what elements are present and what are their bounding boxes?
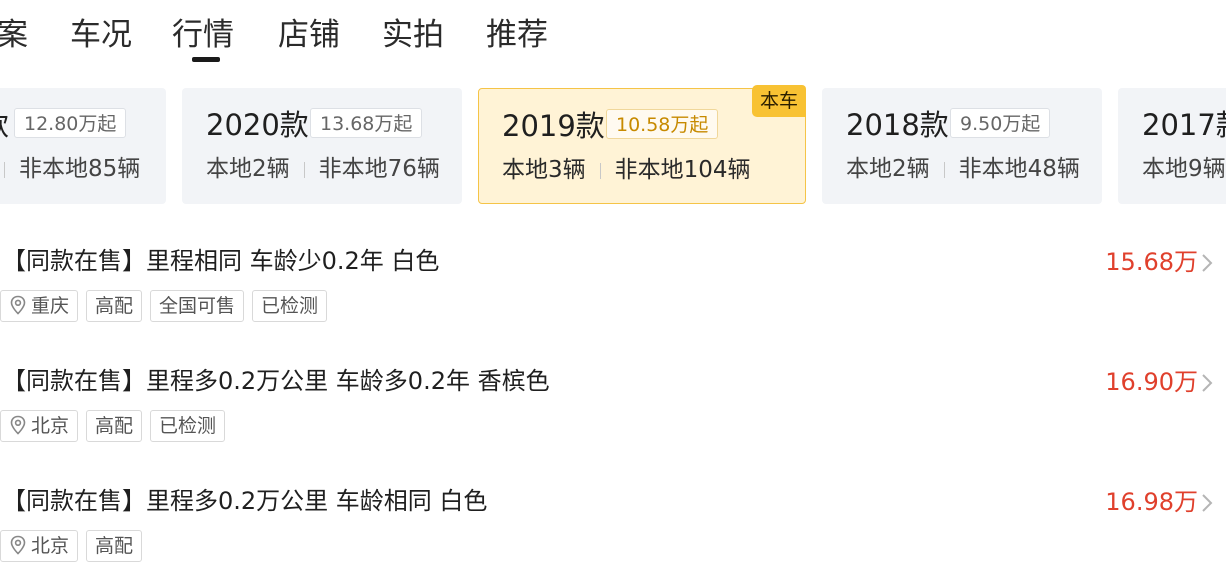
- tab-market[interactable]: 行情: [172, 14, 234, 56]
- tab-store[interactable]: 店铺: [278, 14, 340, 56]
- listing-title: 【同款在售】里程多0.2万公里 车龄多0.2年 香槟色: [2, 367, 550, 395]
- tab-archive[interactable]: 案: [0, 14, 28, 56]
- card-local-count: 本地2辆: [846, 156, 930, 182]
- card-nonlocal-count: 非本地85辆: [19, 156, 141, 182]
- card-start-price: 9.50万起: [950, 108, 1051, 138]
- year-card-2018[interactable]: 2018款 9.50万起 本地2辆 非本地48辆: [822, 88, 1102, 204]
- chevron-right-icon: [1202, 494, 1213, 512]
- listing-tags: 重庆 高配 全国可售 已检测: [0, 290, 335, 322]
- card-local-count: 本地9辆: [1142, 156, 1226, 182]
- year-card-strip[interactable]: 款 12.80万起 非本地85辆 2020款 13.68万起 本地2辆 非本地76…: [0, 85, 1226, 204]
- card-nonlocal-count: 非本地48辆: [958, 156, 1080, 182]
- active-tab-indicator: [192, 57, 220, 62]
- year-card-2017[interactable]: 2017款 本地9辆: [1118, 88, 1226, 204]
- listing-item[interactable]: 【同款在售】里程多0.2万公里 车龄多0.2年 香槟色 16.90万 北京 高配已…: [0, 364, 1226, 474]
- tag-label: 高配: [86, 410, 143, 442]
- card-local-count: 本地3辆: [502, 157, 586, 183]
- card-stats: 本地2辆 非本地48辆: [846, 154, 1080, 184]
- chevron-right-icon: [1202, 374, 1213, 392]
- tab-bar: 案 车况 行情 店铺 实拍 推荐: [0, 0, 1226, 72]
- location-tag: 北京: [0, 410, 79, 442]
- location-pin-icon: [10, 295, 26, 315]
- listing-title: 【同款在售】里程多0.2万公里 车龄相同 白色: [2, 487, 488, 515]
- location-pin-icon: [10, 415, 26, 435]
- tag-label: 已检测: [150, 410, 226, 442]
- stats-divider: [303, 161, 305, 178]
- stats-divider: [4, 161, 5, 178]
- current-car-badge: 本车: [751, 85, 806, 117]
- tag-label: 高配: [86, 530, 143, 562]
- listing-price: 16.90万: [1105, 368, 1198, 396]
- tag-label: 已检测: [252, 290, 328, 322]
- location-label: 北京: [31, 535, 70, 557]
- stats-divider: [943, 161, 945, 178]
- year-card-2019[interactable]: 2019款 10.58万起 本地3辆 非本地104辆 本车: [478, 85, 806, 204]
- card-nonlocal-count: 非本地104辆: [614, 157, 751, 183]
- location-label: 重庆: [31, 295, 70, 317]
- card-year: 2017款: [1142, 108, 1226, 142]
- card-stats: 本地3辆 非本地104辆: [502, 155, 751, 185]
- card-year: 款: [0, 108, 9, 142]
- location-label: 北京: [31, 415, 70, 437]
- tag-label: 全国可售: [150, 290, 245, 322]
- card-start-price: 10.58万起: [606, 109, 719, 139]
- card-year: 2019款: [502, 109, 605, 143]
- tab-recommend[interactable]: 推荐: [486, 14, 548, 56]
- card-year: 2018款: [846, 108, 949, 142]
- listing-title: 【同款在售】里程相同 车龄少0.2年 白色: [2, 247, 440, 275]
- card-stats: 本地2辆 非本地76辆: [206, 154, 440, 184]
- listing-price: 15.68万: [1105, 248, 1198, 276]
- listing-price: 16.98万: [1105, 488, 1198, 516]
- stats-divider: [599, 162, 601, 179]
- card-nonlocal-count: 非本地76辆: [318, 156, 440, 182]
- tag-label: 高配: [86, 290, 143, 322]
- card-local-count: 本地2辆: [206, 156, 290, 182]
- card-start-price: 13.68万起: [310, 108, 423, 138]
- card-stats: 本地9辆: [1142, 154, 1226, 184]
- tab-condition[interactable]: 车况: [70, 14, 132, 56]
- listing-item[interactable]: 【同款在售】里程多0.2万公里 车龄相同 白色 16.98万 北京 高配: [0, 484, 1226, 564]
- tab-photos[interactable]: 实拍: [382, 14, 444, 56]
- chevron-right-icon: [1202, 254, 1213, 272]
- listing-tags: 北京 高配 已检测: [0, 410, 233, 442]
- location-tag: 重庆: [0, 290, 79, 322]
- card-year: 2020款: [206, 108, 309, 142]
- card-start-price: 12.80万起: [14, 108, 127, 138]
- year-card-2021[interactable]: 款 12.80万起 非本地85辆: [0, 88, 166, 204]
- year-card-2020[interactable]: 2020款 13.68万起 本地2辆 非本地76辆: [182, 88, 462, 204]
- listing-tags: 北京 高配: [0, 530, 150, 562]
- card-stats: 非本地85辆: [0, 154, 140, 184]
- location-pin-icon: [10, 535, 26, 555]
- listing-item[interactable]: 【同款在售】里程相同 车龄少0.2年 白色 15.68万 重庆 高配 全国可售 已检测: [0, 244, 1226, 354]
- market-page: 案 车况 行情 店铺 实拍 推荐 款 12.80万起 非本地85辆 2020款 …: [0, 0, 1226, 564]
- location-tag: 北京: [0, 530, 79, 562]
